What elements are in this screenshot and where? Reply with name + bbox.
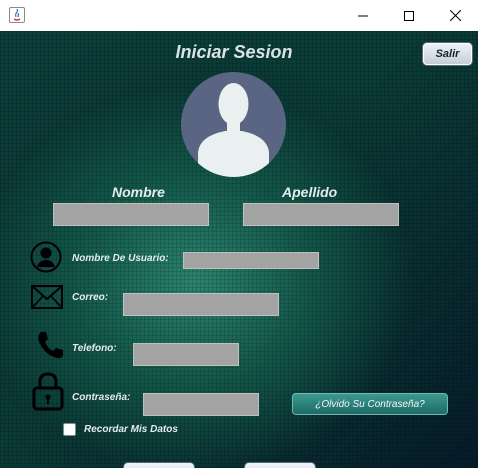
password-label: Contraseña: [72, 392, 131, 403]
bottom-right-button[interactable] [244, 462, 316, 468]
java-app-icon [9, 7, 25, 23]
close-button[interactable] [432, 0, 478, 31]
close-icon [449, 10, 461, 21]
maximize-button[interactable] [386, 0, 432, 31]
maximize-icon [404, 10, 414, 21]
last-name-label: Apellido [282, 184, 338, 200]
user-silhouette-icon [198, 83, 269, 177]
user-circle-icon [29, 240, 63, 274]
username-label: Nombre De Usuario: [72, 253, 169, 264]
first-name-label: Nombre [112, 184, 165, 200]
minimize-button[interactable] [340, 0, 386, 31]
phone-input[interactable] [133, 343, 239, 366]
minimize-icon [358, 15, 368, 16]
bottom-left-button[interactable] [123, 462, 195, 468]
login-panel: Iniciar Sesion Salir Nombre Apellido Nom… [0, 31, 478, 468]
padlock-icon [31, 371, 65, 411]
remember-me-checkbox[interactable] [63, 423, 76, 436]
email-label: Correo: [72, 292, 109, 303]
phone-label: Telefono: [72, 343, 117, 354]
forgot-password-button[interactable]: ¿Olvido Su Contraseña? [292, 393, 448, 415]
envelope-icon [30, 284, 64, 310]
last-name-input[interactable] [243, 203, 399, 226]
phone-icon [34, 329, 66, 361]
email-input[interactable] [123, 293, 279, 316]
exit-button[interactable]: Salir [422, 42, 473, 66]
avatar [181, 72, 286, 177]
page-title: Iniciar Sesion [175, 42, 293, 62]
username-input[interactable] [183, 252, 319, 269]
password-input[interactable] [143, 393, 259, 416]
remember-me-label: Recordar Mis Datos [84, 424, 178, 435]
window-titlebar [0, 0, 478, 31]
first-name-input[interactable] [53, 203, 209, 226]
